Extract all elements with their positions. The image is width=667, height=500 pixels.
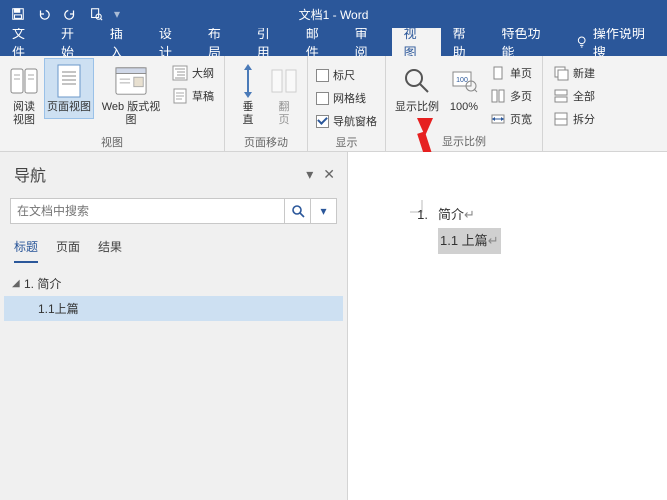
heading-text: 简介 <box>438 202 464 228</box>
paragraph-mark-icon: ↵ <box>464 202 475 228</box>
nav-pane-options-icon[interactable]: ▾ <box>306 166 313 183</box>
doc-heading-1[interactable]: 1. 简介↵ <box>408 202 667 228</box>
redo-button[interactable] <box>58 3 82 25</box>
nav-heading-item[interactable]: 1.1上篇 <box>4 296 343 321</box>
arrange-all-label: 全部 <box>573 88 595 104</box>
tab-layout[interactable]: 布局 <box>196 28 245 56</box>
page-width-button[interactable]: 页宽 <box>486 108 536 130</box>
qat-customize-icon[interactable]: ▾ <box>114 7 120 21</box>
group-page-movement-label: 页面移动 <box>231 132 301 152</box>
draft-label: 草稿 <box>192 88 214 104</box>
tell-me-search[interactable]: 操作说明搜 <box>563 28 667 56</box>
nav-tab-headings[interactable]: 标题 <box>14 234 38 263</box>
nav-heading-item[interactable]: ◢ 1. 简介 <box>4 271 343 296</box>
zoom-button[interactable]: 显示比例 <box>392 58 442 119</box>
new-window-button[interactable]: 新建 <box>549 62 599 84</box>
svg-text:100: 100 <box>456 77 468 84</box>
nav-heading-text: 1.1上篇 <box>38 300 79 317</box>
tab-home[interactable]: 开始 <box>49 28 98 56</box>
group-views-label: 视图 <box>6 132 218 152</box>
nav-headings-list: ◢ 1. 简介 1.1上篇 <box>0 263 347 329</box>
nav-pane-label: 导航窗格 <box>333 113 377 129</box>
zoom-100-button[interactable]: 100 100% <box>444 58 484 119</box>
undo-button[interactable] <box>32 3 56 25</box>
side-to-side-button[interactable]: 翻 页 <box>267 58 301 132</box>
web-layout-button[interactable]: Web 版式视图 <box>96 58 166 132</box>
multi-page-button[interactable]: 多页 <box>486 85 536 107</box>
ribbon: 阅读 视图 页面视图 Web 版式视图 大纲 草稿 视图 <box>0 56 667 152</box>
group-window: 新建 全部 拆分 <box>543 56 605 151</box>
nav-search-go-icon[interactable] <box>284 199 310 223</box>
arrange-all-button[interactable]: 全部 <box>549 85 599 107</box>
tab-insert[interactable]: 插入 <box>98 28 147 56</box>
tab-help[interactable]: 帮助 <box>441 28 490 56</box>
tab-review[interactable]: 审阅 <box>343 28 392 56</box>
print-preview-button[interactable] <box>84 3 108 25</box>
tab-view[interactable]: 视图 <box>392 28 441 56</box>
nav-tabs: 标题 页面 结果 <box>0 230 347 263</box>
workspace: 导航 ▾ ✕ ▾ 标题 页面 结果 ◢ 1. 简介 1.1上篇 <box>0 152 667 500</box>
ruler-checkbox[interactable]: 标尺 <box>314 64 379 86</box>
navigation-pane: 导航 ▾ ✕ ▾ 标题 页面 结果 ◢ 1. 简介 1.1上篇 <box>0 152 348 500</box>
ribbon-tabs: 文件 开始 插入 设计 布局 引用 邮件 审阅 视图 帮助 特色功能 操作说明搜 <box>0 28 667 56</box>
doc-heading-2[interactable]: 1.1 上篇↵ <box>408 228 667 254</box>
tab-design[interactable]: 设计 <box>147 28 196 56</box>
group-page-movement: 垂 直 翻 页 页面移动 <box>225 56 308 151</box>
quick-access-toolbar: ▾ <box>0 3 120 25</box>
outline-button[interactable]: 大纲 <box>168 62 218 84</box>
draft-button[interactable]: 草稿 <box>168 85 218 107</box>
document-page: 1. 简介↵ 1.1 上篇↵ <box>408 202 667 254</box>
heading-text: 1.1 上篇 <box>440 233 488 248</box>
one-page-button[interactable]: 单页 <box>486 62 536 84</box>
nav-tab-results[interactable]: 结果 <box>98 234 122 263</box>
save-button[interactable] <box>6 3 30 25</box>
nav-search: ▾ <box>10 198 337 224</box>
group-show: 标尺 网格线 导航窗格 显示 <box>308 56 386 151</box>
vertical-button[interactable]: 垂 直 <box>231 58 265 132</box>
document-area[interactable]: 1. 简介↵ 1.1 上篇↵ <box>348 152 667 500</box>
nav-search-dropdown-icon[interactable]: ▾ <box>310 199 336 223</box>
group-show-label: 显示 <box>314 132 379 152</box>
nav-pane-close-icon[interactable]: ✕ <box>323 166 335 183</box>
collapse-icon[interactable]: ◢ <box>12 278 22 289</box>
read-mode-button[interactable]: 阅读 视图 <box>6 58 42 132</box>
tab-references[interactable]: 引用 <box>245 28 294 56</box>
title-bar: ▾ 文档1 - Word <box>0 0 667 28</box>
gridlines-label: 网格线 <box>333 90 366 106</box>
print-layout-button[interactable]: 页面视图 <box>44 58 94 119</box>
navigation-pane-checkbox[interactable]: 导航窗格 <box>314 110 379 132</box>
document-title: 文档1 - Word <box>299 6 369 23</box>
ruler-label: 标尺 <box>333 67 355 83</box>
new-window-label: 新建 <box>573 65 595 81</box>
group-zoom-label: 显示比例 <box>392 131 536 151</box>
gridlines-checkbox[interactable]: 网格线 <box>314 87 379 109</box>
list-number: 1. <box>408 202 428 228</box>
one-page-label: 单页 <box>510 65 532 81</box>
nav-tab-pages[interactable]: 页面 <box>56 234 80 263</box>
tab-mailings[interactable]: 邮件 <box>294 28 343 56</box>
group-zoom: 显示比例 100 100% 单页 多页 页宽 显示比例 <box>386 56 543 151</box>
outline-label: 大纲 <box>192 65 214 81</box>
tab-file[interactable]: 文件 <box>0 28 49 56</box>
tab-features[interactable]: 特色功能 <box>490 28 564 56</box>
lightbulb-icon <box>575 35 588 49</box>
multi-page-label: 多页 <box>510 88 532 104</box>
split-button[interactable]: 拆分 <box>549 108 599 130</box>
nav-pane-title: 导航 <box>14 162 46 186</box>
page-width-label: 页宽 <box>510 111 532 127</box>
paragraph-mark-icon: ↵ <box>488 233 499 248</box>
nav-heading-text: 1. 简介 <box>24 275 61 292</box>
split-label: 拆分 <box>573 111 595 127</box>
group-views: 阅读 视图 页面视图 Web 版式视图 大纲 草稿 视图 <box>0 56 225 151</box>
